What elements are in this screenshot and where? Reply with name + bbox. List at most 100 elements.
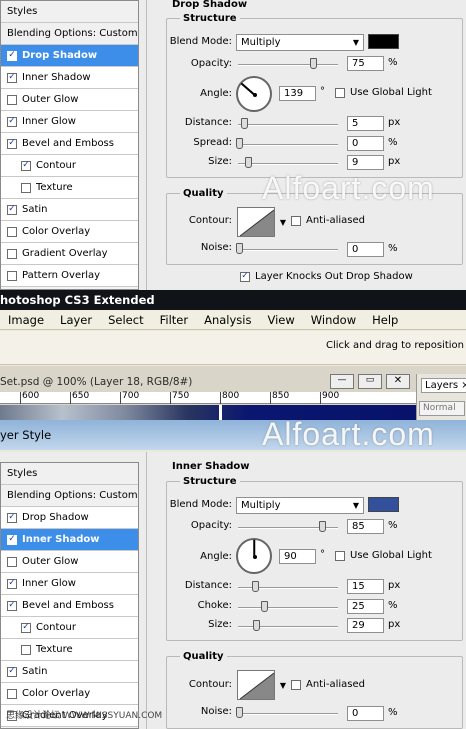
size-slider-thumb[interactable] xyxy=(253,620,260,631)
angle-dial[interactable] xyxy=(236,538,272,574)
spread-slider-track[interactable] xyxy=(238,144,338,146)
menu-window[interactable]: Window xyxy=(303,313,364,327)
style-item-inner-glow[interactable]: ✓ Inner Glow xyxy=(1,111,138,133)
style-item-texture[interactable]: Texture xyxy=(1,177,138,199)
noise-slider-thumb[interactable] xyxy=(236,243,243,254)
close-icon[interactable]: × xyxy=(461,380,466,391)
angle-field[interactable]: 139 xyxy=(279,86,316,101)
checkbox-unchecked[interactable] xyxy=(7,270,17,281)
noise-slider-track[interactable] xyxy=(238,249,338,251)
checkbox-checked[interactable]: ✓ xyxy=(7,116,17,127)
style-item-contour[interactable]: ✓ Contour xyxy=(1,617,138,639)
checkbox-unchecked[interactable] xyxy=(7,226,17,237)
opacity-field[interactable]: 75 xyxy=(347,56,384,71)
style-item-inner-shadow[interactable]: ✓ Inner Shadow xyxy=(1,529,138,551)
use-global-light-checkbox[interactable]: Use Global Light xyxy=(335,87,432,98)
anti-aliased-checkbox[interactable]: Anti-aliased xyxy=(291,215,365,226)
style-item-outer-glow[interactable]: Outer Glow xyxy=(1,89,138,111)
checkbox-checked[interactable]: ✓ xyxy=(21,622,31,633)
layer-knocks-out-checkbox[interactable]: ✓ Layer Knocks Out Drop Shadow xyxy=(240,271,413,282)
checkbox-unchecked[interactable] xyxy=(7,94,17,105)
checkbox-checked[interactable]: ✓ xyxy=(7,138,17,149)
noise-slider-track[interactable] xyxy=(238,713,338,715)
style-item-bevel-and-emboss[interactable]: ✓ Bevel and Emboss xyxy=(1,595,138,617)
noise-field[interactable]: 0 xyxy=(347,242,384,257)
layers-tab[interactable]: Layers × xyxy=(421,378,466,393)
blend-mode-select[interactable]: Multiply ▼ xyxy=(236,34,364,51)
style-item-texture[interactable]: Texture xyxy=(1,639,138,661)
style-item-satin[interactable]: ✓ Satin xyxy=(1,661,138,683)
checkbox-unchecked[interactable] xyxy=(21,644,31,655)
menu-help[interactable]: Help xyxy=(364,313,406,327)
size-field[interactable]: 9 xyxy=(347,155,384,170)
minimize-button[interactable]: — xyxy=(330,374,354,389)
distance-slider-track[interactable] xyxy=(238,124,338,126)
menu-analysis[interactable]: Analysis xyxy=(196,313,259,327)
choke-field[interactable]: 25 xyxy=(347,599,384,614)
shadow-color-swatch[interactable] xyxy=(368,497,399,512)
menu-image[interactable]: Image xyxy=(0,313,52,327)
size-slider-thumb[interactable] xyxy=(245,157,252,168)
contour-picker[interactable]: ▼ xyxy=(237,670,286,700)
menu-view[interactable]: View xyxy=(259,313,302,327)
distance-field[interactable]: 5 xyxy=(347,116,384,131)
distance-slider-thumb[interactable] xyxy=(241,118,248,129)
style-item-gradient-overlay[interactable]: Gradient Overlay xyxy=(1,243,138,265)
checkbox-checked[interactable]: ✓ xyxy=(21,160,31,171)
checkbox-unchecked[interactable] xyxy=(7,688,17,699)
menu-filter[interactable]: Filter xyxy=(152,313,196,327)
style-item-bevel-and-emboss[interactable]: ✓ Bevel and Emboss xyxy=(1,133,138,155)
style-item-inner-shadow[interactable]: ✓ Inner Shadow xyxy=(1,67,138,89)
checkbox-checked[interactable]: ✓ xyxy=(7,204,17,215)
size-field[interactable]: 29 xyxy=(347,618,384,633)
opacity-slider-track[interactable] xyxy=(238,64,338,66)
checkbox-unchecked[interactable] xyxy=(7,556,17,567)
noise-slider-thumb[interactable] xyxy=(236,707,243,718)
opacity-field[interactable]: 85 xyxy=(347,519,384,534)
use-global-light-checkbox[interactable]: Use Global Light xyxy=(335,550,432,561)
anti-aliased-checkbox[interactable]: Anti-aliased xyxy=(291,679,365,690)
size-slider-track[interactable] xyxy=(238,163,338,165)
style-item-color-overlay[interactable]: Color Overlay xyxy=(1,683,138,705)
style-item-inner-glow[interactable]: ✓ Inner Glow xyxy=(1,573,138,595)
spread-slider-thumb[interactable] xyxy=(236,138,243,149)
styles-header[interactable]: Styles xyxy=(1,463,138,485)
style-item-outer-glow[interactable]: Outer Glow xyxy=(1,551,138,573)
style-item-contour[interactable]: ✓ Contour xyxy=(1,155,138,177)
style-item-drop-shadow[interactable]: ✓ Drop Shadow xyxy=(1,507,138,529)
opacity-slider-thumb[interactable] xyxy=(310,58,317,69)
close-button[interactable]: ✕ xyxy=(386,374,410,389)
checkbox-checked[interactable]: ✓ xyxy=(7,512,17,523)
blending-options-item[interactable]: Blending Options: Custom xyxy=(1,485,138,507)
angle-field[interactable]: 90 xyxy=(279,549,316,564)
menu-select[interactable]: Select xyxy=(100,313,151,327)
blending-options-item[interactable]: Blending Options: Custom xyxy=(1,23,138,45)
opacity-slider-thumb[interactable] xyxy=(319,521,326,532)
menu-layer[interactable]: Layer xyxy=(52,313,100,327)
blend-mode-select[interactable]: Multiply ▼ xyxy=(236,497,364,514)
distance-slider-thumb[interactable] xyxy=(252,581,259,592)
blend-mode-dropdown[interactable]: Normal xyxy=(419,401,465,416)
checkbox-checked[interactable]: ✓ xyxy=(7,50,17,61)
styles-header[interactable]: Styles xyxy=(1,1,138,23)
checkbox-unchecked[interactable] xyxy=(21,182,31,193)
style-item-drop-shadow[interactable]: ✓ Drop Shadow xyxy=(1,45,138,67)
choke-slider-thumb[interactable] xyxy=(261,601,268,612)
noise-field[interactable]: 0 xyxy=(347,706,384,721)
contour-picker[interactable]: ▼ xyxy=(237,207,286,237)
angle-dial[interactable] xyxy=(236,76,272,112)
shadow-color-swatch[interactable] xyxy=(368,34,399,49)
checkbox-checked[interactable]: ✓ xyxy=(7,578,17,589)
spread-field[interactable]: 0 xyxy=(347,136,384,151)
checkbox-checked[interactable]: ✓ xyxy=(7,666,17,677)
style-item-pattern-overlay[interactable]: Pattern Overlay xyxy=(1,265,138,287)
style-item-satin[interactable]: ✓ Satin xyxy=(1,199,138,221)
checkbox-checked[interactable]: ✓ xyxy=(7,600,17,611)
distance-field[interactable]: 15 xyxy=(347,579,384,594)
checkbox-unchecked[interactable] xyxy=(7,248,17,259)
checkbox-checked[interactable]: ✓ xyxy=(7,72,17,83)
choke-slider-track[interactable] xyxy=(238,607,338,609)
style-item-color-overlay[interactable]: Color Overlay xyxy=(1,221,138,243)
checkbox-checked[interactable]: ✓ xyxy=(7,534,17,545)
maximize-button[interactable]: ▭ xyxy=(358,374,382,389)
